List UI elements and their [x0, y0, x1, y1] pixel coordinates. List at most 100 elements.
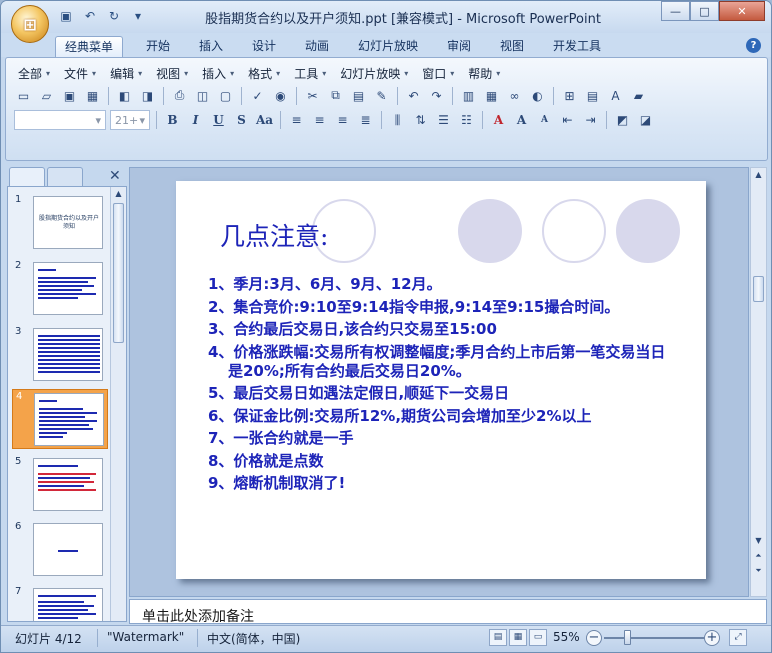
numbering-icon[interactable]: ☰ — [434, 111, 453, 130]
thumbnail-slide-2[interactable]: 2 — [12, 259, 108, 319]
redo-icon[interactable]: ↷ — [427, 86, 446, 105]
tab-classic-menu[interactable]: 经典菜单 — [55, 36, 124, 57]
thumbnail-slide-4[interactable]: 4 — [12, 389, 108, 449]
menu-window[interactable]: 窗口 ▾ — [422, 65, 454, 82]
save-icon[interactable]: ▣ — [60, 86, 79, 105]
font-name-combo[interactable]: ▾ — [14, 110, 106, 130]
open-icon[interactable]: ▱ — [37, 86, 56, 105]
menu-view[interactable]: 视图 ▾ — [156, 65, 188, 82]
tab-insert[interactable]: 插入 — [190, 36, 232, 57]
zoom-slider-track[interactable] — [604, 637, 704, 639]
menu-edit[interactable]: 编辑 ▾ — [110, 65, 142, 82]
outline-tab[interactable] — [47, 167, 83, 186]
folder-icon[interactable]: ▰ — [629, 86, 648, 105]
slide-layout-icon[interactable]: ◪ — [636, 111, 655, 130]
help-icon[interactable]: ? — [746, 38, 761, 53]
hyperlink-icon[interactable]: ∞ — [505, 86, 524, 105]
thumbnail-slide-7[interactable]: 7 — [12, 585, 108, 621]
italic-button[interactable]: I — [186, 111, 205, 130]
bold-button[interactable]: B — [163, 111, 182, 130]
slide-body-text[interactable]: 1、季月:3月、6月、9月、12月。 2、集合竞价:9:10至9:14指令申报,… — [208, 275, 678, 497]
zoom-out-icon[interactable]: − — [586, 630, 602, 646]
menu-format[interactable]: 格式 ▾ — [248, 65, 280, 82]
close-button[interactable]: ✕ — [719, 1, 765, 21]
slides-tab[interactable] — [9, 167, 45, 186]
page-icon[interactable]: ▢ — [216, 86, 235, 105]
format-painter-icon[interactable]: ✎ — [372, 86, 391, 105]
font-size-combo[interactable]: 21+ ▾ — [110, 110, 150, 130]
scroll-up-icon[interactable]: ▲ — [111, 187, 126, 201]
thumbnail-slide-5[interactable]: 5 — [12, 455, 108, 515]
align-left-icon[interactable]: ≡ — [287, 111, 306, 130]
slide-scrollbar[interactable]: ▲ ▼ ⏶ ⏷ — [750, 167, 767, 597]
paste-icon[interactable]: ▤ — [349, 86, 368, 105]
tab-view[interactable]: 视图 — [491, 36, 533, 57]
tab-developer[interactable]: 开发工具 — [544, 36, 610, 57]
scroll-thumb[interactable] — [113, 203, 124, 343]
shadow-button[interactable]: S — [232, 111, 251, 130]
permission-icon[interactable]: ▦ — [83, 86, 102, 105]
decrease-indent-icon[interactable]: ⇤ — [558, 111, 577, 130]
shrink-font-icon[interactable]: A — [535, 111, 554, 130]
menu-slideshow[interactable]: 幻灯片放映 ▾ — [340, 65, 408, 82]
copy-icon[interactable]: ⧉ — [326, 86, 345, 105]
new-icon[interactable]: ▭ — [14, 86, 33, 105]
align-right-icon[interactable]: ≡ — [333, 111, 352, 130]
tab-slideshow[interactable]: 幻灯片放映 — [349, 36, 427, 57]
notes-pane[interactable]: 单击此处添加备注 — [129, 599, 767, 625]
slideshow-icon[interactable]: ▭ — [529, 629, 547, 646]
thumbnail-slide-1[interactable]: 1 股指期货合约以及开户须知 — [12, 193, 108, 253]
close-pane-icon[interactable]: ✕ — [109, 168, 121, 184]
slide-sorter-icon[interactable]: ▦ — [509, 629, 527, 646]
office-button[interactable]: ⊞ — [11, 5, 49, 43]
text-box-icon[interactable]: A — [606, 86, 625, 105]
zoom-slider-handle[interactable] — [624, 630, 631, 645]
thumbnail-slide-6[interactable]: 6 — [12, 520, 108, 580]
tab-animation[interactable]: 动画 — [296, 36, 338, 57]
menu-file[interactable]: 文件 ▾ — [64, 65, 96, 82]
spelling-icon[interactable]: ✓ — [248, 86, 267, 105]
tab-review[interactable]: 审阅 — [438, 36, 480, 57]
increase-indent-icon[interactable]: ⇥ — [581, 111, 600, 130]
print-icon[interactable]: ⎙ — [170, 86, 189, 105]
fit-to-window-icon[interactable]: ⤢ — [729, 629, 747, 646]
menu-tools[interactable]: 工具 ▾ — [294, 65, 326, 82]
columns-icon[interactable]: ⫼ — [388, 111, 407, 130]
justify-icon[interactable]: ≣ — [356, 111, 375, 130]
menu-insert[interactable]: 插入 ▾ — [202, 65, 234, 82]
minimize-button[interactable]: — — [661, 1, 690, 21]
tab-design[interactable]: 设计 — [243, 36, 285, 57]
thumbnail-slide-3[interactable]: 3 — [12, 325, 108, 385]
undo-icon[interactable]: ↶ — [404, 86, 423, 105]
color-grayscale-icon[interactable]: ◐ — [528, 86, 547, 105]
scroll-up-icon[interactable]: ▲ — [751, 168, 766, 182]
change-case-button[interactable]: Aa — [255, 111, 274, 130]
normal-view-icon[interactable]: ▤ — [489, 629, 507, 646]
menu-help[interactable]: 帮助 ▾ — [468, 65, 500, 82]
maximize-button[interactable]: □ — [690, 1, 719, 21]
thumbnail-scrollbar[interactable]: ▲ — [110, 187, 126, 621]
design-icon[interactable]: ◩ — [613, 111, 632, 130]
underline-button[interactable]: U — [209, 111, 228, 130]
preview-icon[interactable]: ◫ — [193, 86, 212, 105]
research-icon[interactable]: ◉ — [271, 86, 290, 105]
text-direction-icon[interactable]: ⇅ — [411, 111, 430, 130]
table-icon[interactable]: ▦ — [482, 86, 501, 105]
next-slide-icon[interactable]: ⏷ — [751, 564, 766, 578]
scroll-down-icon[interactable]: ▼ — [751, 534, 766, 548]
menu-all[interactable]: 全部 ▾ — [18, 65, 50, 82]
font-color-icon[interactable]: A — [489, 111, 508, 130]
tab-home[interactable]: 开始 — [137, 36, 179, 57]
grow-font-icon[interactable]: A — [512, 111, 531, 130]
zoom-in-icon[interactable]: + — [704, 630, 720, 646]
align-center-icon[interactable]: ≡ — [310, 111, 329, 130]
new-slide-icon[interactable]: ⊞ — [560, 86, 579, 105]
chart-icon[interactable]: ▥ — [459, 86, 478, 105]
layout-icon[interactable]: ▤ — [583, 86, 602, 105]
publish-icon[interactable]: ◨ — [138, 86, 157, 105]
print-preview-icon[interactable]: ◧ — [115, 86, 134, 105]
previous-slide-icon[interactable]: ⏶ — [751, 549, 766, 563]
scroll-thumb[interactable] — [753, 276, 764, 302]
cut-icon[interactable]: ✂ — [303, 86, 322, 105]
slide-title[interactable]: 几点注意: — [220, 217, 328, 253]
